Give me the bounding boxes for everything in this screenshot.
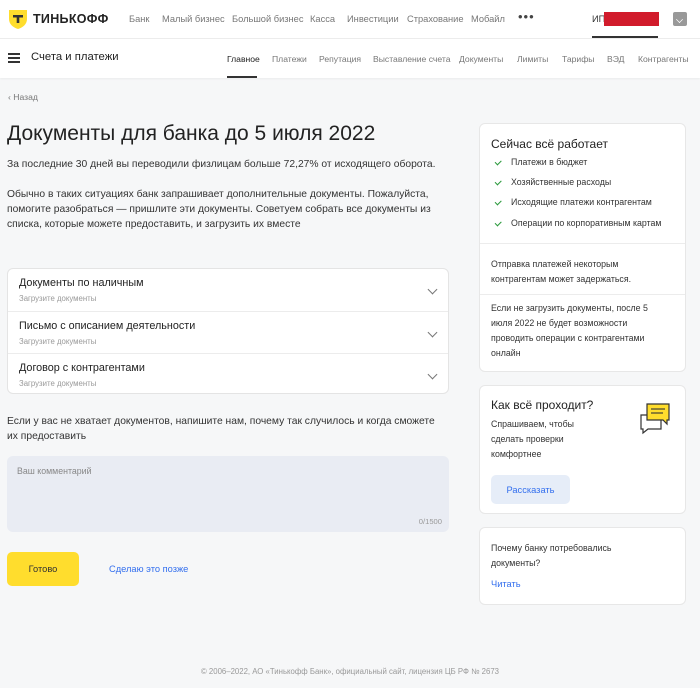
check-icon [494, 197, 502, 205]
back-label: Назад [13, 92, 38, 102]
status-item: Платежи в бюджет [494, 157, 588, 167]
deadline-note-line-2: июля 2022 не будет возможности [491, 318, 628, 328]
topnav-insurance[interactable]: Страхование [407, 14, 464, 24]
do-later-link[interactable]: Сделаю это позже [109, 564, 188, 574]
check-icon [494, 218, 502, 226]
document-subtitle: Загрузите документы [19, 337, 97, 346]
process-card: Как всё проходит? Спрашиваем, чтобы сдел… [479, 385, 686, 514]
logo-shield-icon [9, 10, 27, 29]
why-text-line-2: документы? [491, 558, 541, 568]
read-link[interactable]: Читать [491, 579, 521, 589]
delay-note-line-2: контрагентам может задержаться. [491, 274, 632, 284]
document-subtitle: Загрузите документы [19, 379, 97, 388]
comment-prompt-line-2: их предоставить [7, 431, 87, 442]
redacted-account-name [604, 12, 659, 26]
chat-bubbles-icon [640, 403, 670, 435]
top-header: ТИНЬКОФФ Банк Малый бизнес Большой бизне… [0, 0, 700, 39]
chevron-down-icon [427, 327, 438, 338]
section-title: Счета и платежи [31, 51, 119, 63]
deadline-note-line-3: проводить операции с контрагентами [491, 333, 645, 343]
process-card-title: Как всё проходит? [491, 398, 594, 412]
status-item-label: Исходящие платежи контрагентам [511, 197, 652, 207]
tab-documents[interactable]: Документы [459, 54, 503, 64]
tab-counterparties[interactable]: Контрагенты [638, 54, 689, 64]
document-title: Письмо с описанием деятельности [19, 320, 196, 332]
tab-invoicing[interactable]: Выставление счета [373, 54, 451, 64]
tab-main[interactable]: Главное [227, 54, 260, 64]
status-item: Хозяйственные расходы [494, 177, 612, 187]
footer-copyright: © 2006–2022, АО «Тинькофф Банк», официал… [201, 667, 499, 676]
tab-limits[interactable]: Лимиты [517, 54, 548, 64]
process-text-line-2: сделать проверки [491, 434, 564, 444]
topnav-investments[interactable]: Инвестиции [347, 14, 399, 24]
active-tab-underline [227, 76, 257, 78]
account-dropdown-icon[interactable] [673, 12, 687, 26]
document-item-contracts[interactable]: Договор с контрагентами Загрузите докуме… [8, 353, 448, 395]
explain-line-2: помогите разобраться — пришлите эти доку… [7, 204, 431, 215]
document-title: Документы по наличным [19, 277, 144, 289]
status-item-label: Хозяйственные расходы [511, 177, 612, 187]
explain-line-3: списка, которые можете предоставить, и з… [7, 219, 301, 230]
tinkoff-logo[interactable]: ТИНЬКОФФ [7, 8, 109, 30]
tab-payments[interactable]: Платежи [272, 54, 307, 64]
divider [480, 294, 685, 295]
topnav-small-business[interactable]: Малый бизнес [162, 14, 225, 24]
document-item-activity-letter[interactable]: Письмо с описанием деятельности Загрузит… [8, 311, 448, 353]
back-link[interactable]: ‹ Назад [8, 92, 38, 102]
status-card: Сейчас всё работает Платежи в бюджет Хоз… [479, 123, 686, 372]
delay-note-line-1: Отправка платежей некоторым [491, 259, 619, 269]
status-item-label: Платежи в бюджет [511, 157, 588, 167]
intro-text: За последние 30 дней вы переводили физли… [7, 159, 436, 170]
tell-more-button[interactable]: Рассказать [491, 475, 570, 504]
status-item-label: Операции по корпоративным картам [511, 218, 662, 228]
topnav-big-business[interactable]: Большой бизнес [232, 14, 303, 24]
topnav-kassa[interactable]: Касса [310, 14, 335, 24]
chevron-down-icon [427, 284, 438, 295]
why-text-line-1: Почему банку потребовались [491, 543, 612, 553]
section-header: Счета и платежи Главное Платежи Репутаци… [0, 39, 700, 78]
more-menu-icon[interactable]: ••• [518, 9, 535, 24]
documents-list: Документы по наличным Загрузите документ… [7, 268, 449, 394]
tab-reputation[interactable]: Репутация [319, 54, 361, 64]
comment-field[interactable]: Ваш комментарий 0/1500 [7, 456, 449, 532]
status-item: Операции по корпоративным картам [494, 218, 662, 228]
deadline-note-line-4: онлайн [491, 348, 521, 358]
topnav-bank[interactable]: Банк [129, 14, 149, 24]
account-active-underline [592, 36, 658, 38]
comment-char-counter: 0/1500 [418, 517, 442, 526]
process-text-line-1: Спрашиваем, чтобы [491, 419, 574, 429]
status-card-title: Сейчас всё работает [491, 137, 608, 151]
deadline-note-line-1: Если не загрузить документы, после 5 [491, 303, 648, 313]
process-text-line-3: комфортнее [491, 449, 542, 459]
status-item: Исходящие платежи контрагентам [494, 197, 652, 207]
chevron-down-icon [427, 369, 438, 380]
document-subtitle: Загрузите документы [19, 294, 97, 303]
explain-line-1: Обычно в таких ситуациях банк запрашивае… [7, 189, 429, 200]
submit-button[interactable]: Готово [7, 552, 79, 586]
tab-tariffs[interactable]: Тарифы [562, 54, 594, 64]
page-title: Документы для банка до 5 июля 2022 [7, 122, 376, 145]
check-icon [494, 177, 502, 185]
topnav-mobile[interactable]: Мобайл [471, 14, 505, 24]
check-icon [494, 157, 502, 165]
document-title: Договор с контрагентами [19, 362, 145, 374]
menu-icon[interactable] [8, 53, 20, 63]
why-card: Почему банку потребовались документы? Чи… [479, 527, 686, 605]
divider [480, 243, 685, 244]
comment-placeholder: Ваш комментарий [17, 466, 92, 476]
document-item-cash[interactable]: Документы по наличным Загрузите документ… [8, 269, 448, 311]
logo-wordmark: ТИНЬКОФФ [33, 12, 109, 26]
comment-prompt-line-1: Если у вас не хватает документов, напиши… [7, 416, 435, 427]
tab-ved[interactable]: ВЭД [607, 54, 624, 64]
